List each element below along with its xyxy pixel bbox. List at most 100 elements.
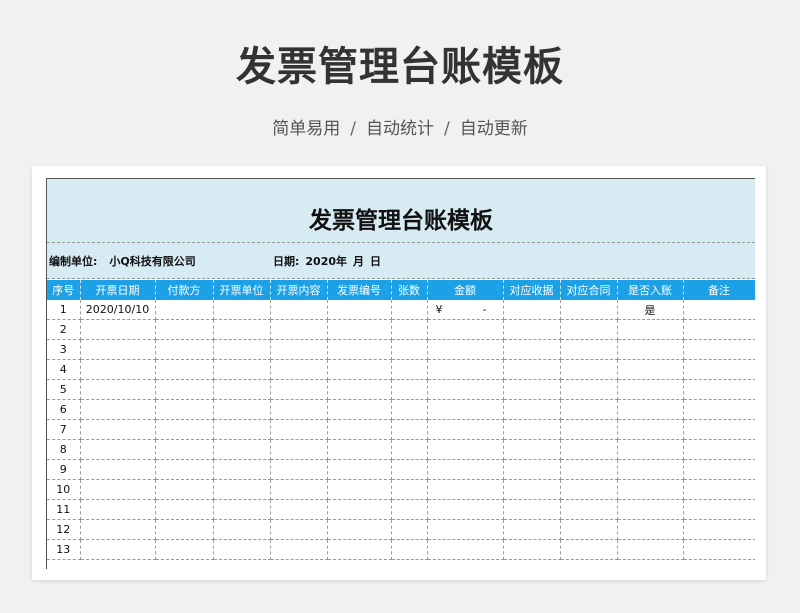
cell-contract[interactable] [560, 419, 618, 440]
cell-count[interactable] [391, 499, 428, 520]
cell-remark[interactable] [683, 479, 755, 500]
cell-receipt[interactable] [503, 439, 561, 460]
cell-remark[interactable] [683, 459, 755, 480]
cell-receipt[interactable] [503, 519, 561, 540]
cell-contract[interactable] [560, 459, 618, 480]
cell-booked[interactable] [617, 379, 684, 400]
cell-remark[interactable] [683, 319, 755, 340]
cell-receipt[interactable] [503, 339, 561, 360]
date-day[interactable]: 日 [370, 255, 381, 268]
cell-date[interactable] [80, 399, 156, 420]
cell-no[interactable]: 11 [47, 499, 81, 520]
cell-remark[interactable] [683, 359, 755, 380]
cell-issuer[interactable] [213, 539, 271, 560]
cell-booked[interactable]: 是 [617, 300, 684, 320]
cell-payer[interactable] [155, 459, 214, 480]
cell-content[interactable] [270, 300, 328, 320]
cell-date[interactable] [80, 439, 156, 460]
cell-no[interactable]: 5 [47, 379, 81, 400]
cell-issuer[interactable] [213, 519, 271, 540]
cell-remark[interactable] [683, 379, 755, 400]
cell-remark[interactable] [683, 519, 755, 540]
cell-amount[interactable] [427, 439, 504, 460]
cell-receipt[interactable] [503, 359, 561, 380]
cell-amount[interactable] [427, 459, 504, 480]
unit-value[interactable]: 小Q科技有限公司 [109, 255, 195, 268]
cell-receipt[interactable] [503, 459, 561, 480]
cell-booked[interactable] [617, 519, 684, 540]
cell-booked[interactable] [617, 399, 684, 420]
cell-count[interactable] [391, 439, 428, 460]
cell-count[interactable] [391, 300, 428, 320]
cell-invoice-no[interactable] [327, 459, 392, 480]
cell-payer[interactable] [155, 339, 214, 360]
cell-receipt[interactable] [503, 300, 561, 320]
cell-invoice-no[interactable] [327, 300, 392, 320]
cell-payer[interactable] [155, 499, 214, 520]
cell-receipt[interactable] [503, 319, 561, 340]
cell-issuer[interactable] [213, 499, 271, 520]
cell-date[interactable] [80, 319, 156, 340]
cell-contract[interactable] [560, 519, 618, 540]
cell-amount[interactable] [427, 519, 504, 540]
cell-date[interactable] [80, 459, 156, 480]
cell-content[interactable] [270, 439, 328, 460]
cell-payer[interactable] [155, 300, 214, 320]
cell-content[interactable] [270, 519, 328, 540]
cell-content[interactable] [270, 359, 328, 380]
cell-date[interactable] [80, 499, 156, 520]
cell-booked[interactable] [617, 359, 684, 380]
cell-remark[interactable] [683, 419, 755, 440]
cell-payer[interactable] [155, 359, 214, 380]
cell-issuer[interactable] [213, 319, 271, 340]
cell-payer[interactable] [155, 399, 214, 420]
cell-date[interactable] [80, 539, 156, 560]
cell-booked[interactable] [617, 439, 684, 460]
cell-no[interactable]: 10 [47, 479, 81, 500]
cell-content[interactable] [270, 319, 328, 340]
cell-count[interactable] [391, 459, 428, 480]
cell-amount[interactable] [427, 479, 504, 500]
cell-count[interactable] [391, 359, 428, 380]
cell-contract[interactable] [560, 300, 618, 320]
cell-payer[interactable] [155, 419, 214, 440]
cell-amount[interactable] [427, 339, 504, 360]
cell-count[interactable] [391, 539, 428, 560]
cell-date[interactable] [80, 359, 156, 380]
cell-no[interactable]: 8 [47, 439, 81, 460]
cell-content[interactable] [270, 459, 328, 480]
cell-content[interactable] [270, 399, 328, 420]
cell-payer[interactable] [155, 479, 214, 500]
cell-no[interactable]: 2 [47, 319, 81, 340]
cell-content[interactable] [270, 419, 328, 440]
cell-date[interactable] [80, 379, 156, 400]
cell-content[interactable] [270, 379, 328, 400]
cell-booked[interactable] [617, 479, 684, 500]
cell-amount[interactable] [427, 379, 504, 400]
date-year[interactable]: 2020年 [305, 255, 347, 268]
cell-booked[interactable] [617, 459, 684, 480]
cell-remark[interactable] [683, 339, 755, 360]
cell-payer[interactable] [155, 539, 214, 560]
cell-amount[interactable] [427, 399, 504, 420]
cell-receipt[interactable] [503, 419, 561, 440]
cell-contract[interactable] [560, 319, 618, 340]
cell-issuer[interactable] [213, 359, 271, 380]
cell-payer[interactable] [155, 379, 214, 400]
cell-invoice-no[interactable] [327, 439, 392, 460]
cell-booked[interactable] [617, 319, 684, 340]
cell-remark[interactable] [683, 499, 755, 520]
cell-content[interactable] [270, 479, 328, 500]
cell-receipt[interactable] [503, 479, 561, 500]
cell-date[interactable] [80, 519, 156, 540]
cell-remark[interactable] [683, 300, 755, 320]
cell-contract[interactable] [560, 539, 618, 560]
cell-amount[interactable] [427, 319, 504, 340]
cell-remark[interactable] [683, 539, 755, 560]
cell-date[interactable] [80, 419, 156, 440]
cell-invoice-no[interactable] [327, 539, 392, 560]
cell-booked[interactable] [617, 419, 684, 440]
cell-date[interactable] [80, 339, 156, 360]
cell-issuer[interactable] [213, 300, 271, 320]
cell-payer[interactable] [155, 439, 214, 460]
